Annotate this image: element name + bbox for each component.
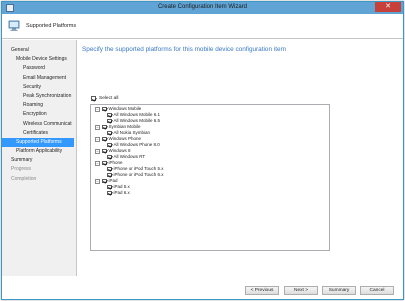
cancel-button[interactable]: Cancel	[360, 286, 394, 295]
select-all-checkbox-row[interactable]: Select all	[91, 95, 118, 102]
platform-checkbox[interactable]	[102, 124, 107, 130]
wizard-nav: General Mobile Device Settings Password Ema…	[2, 40, 77, 276]
nav-item[interactable]: Encryption	[2, 110, 76, 119]
wizard-footer: < Previous Next > Summary Cancel	[78, 276, 403, 300]
nav-item[interactable]: Platform Applicability	[2, 147, 76, 156]
nav-item[interactable]: Peak Synchronization	[2, 92, 76, 101]
version-checkbox[interactable]	[107, 154, 112, 160]
version-checkbox[interactable]	[107, 118, 112, 124]
version-checkbox[interactable]	[107, 184, 112, 190]
nav-item[interactable]: Security	[2, 83, 76, 92]
next-button[interactable]: Next >	[284, 286, 318, 295]
previous-button[interactable]: < Previous	[245, 286, 279, 295]
collapse-icon[interactable]: −	[95, 148, 100, 154]
version-checkbox[interactable]	[107, 130, 112, 136]
page-title: Supported Platforms	[26, 23, 77, 29]
nav-item[interactable]: Supported Platforms	[2, 137, 74, 148]
nav-item[interactable]: Certificates	[2, 129, 76, 138]
content-heading: Specify the supported platforms for this…	[82, 46, 286, 53]
collapse-icon[interactable]: −	[95, 160, 100, 166]
version-checkbox[interactable]	[107, 142, 112, 148]
window-title: Create Configuration Item Wizard	[157, 4, 248, 10]
nav-item: Completion	[11, 175, 37, 182]
nav-item[interactable]: Password	[2, 64, 76, 73]
wizard-header: Supported Platforms	[2, 14, 403, 39]
main-content: Specify the supported platforms for this…	[78, 40, 403, 276]
tree-node-version[interactable]: iPad 6.x	[93, 190, 327, 196]
version-checkbox[interactable]	[107, 190, 112, 196]
wizard-window: Create Configuration Item Wizard ✕ Suppo…	[1, 1, 404, 300]
nav-item[interactable]: General	[2, 46, 76, 55]
collapse-icon[interactable]: −	[95, 178, 100, 184]
nav-item[interactable]: Email Management	[2, 74, 76, 83]
platform-checkbox[interactable]	[102, 106, 107, 112]
nav-item[interactable]: Summary	[2, 156, 76, 165]
platform-checkbox[interactable]	[102, 178, 107, 184]
platform-tree[interactable]: − Windows Mobile All Windows Mobile 6.1 All…	[90, 104, 330, 251]
version-label: iPhone or iPod Touch 6.x	[113, 172, 164, 177]
version-checkbox[interactable]	[107, 172, 112, 178]
nav-item[interactable]: Wireless Communicat	[2, 120, 76, 129]
nav-item[interactable]: Mobile Device Settings	[2, 55, 76, 64]
select-all-checkbox[interactable]	[91, 96, 96, 101]
summary-button[interactable]: Summary	[322, 286, 356, 295]
select-all-label: Select all	[99, 96, 119, 101]
collapse-icon[interactable]: −	[95, 136, 100, 142]
computer-icon	[8, 20, 20, 31]
version-checkbox[interactable]	[107, 112, 112, 118]
nav-item: Progress	[11, 166, 32, 173]
platform-checkbox[interactable]	[102, 160, 107, 166]
platform-checkbox[interactable]	[102, 136, 107, 142]
collapse-icon[interactable]: −	[95, 124, 100, 130]
platform-checkbox[interactable]	[102, 148, 107, 154]
nav-item[interactable]: Roaming	[2, 101, 76, 110]
close-button[interactable]: ✕	[375, 2, 401, 12]
collapse-icon[interactable]: −	[95, 106, 100, 112]
version-checkbox[interactable]	[107, 166, 112, 172]
version-label: iPad 6.x	[113, 190, 130, 195]
title-bar[interactable]: Create Configuration Item Wizard ✕	[2, 2, 403, 14]
